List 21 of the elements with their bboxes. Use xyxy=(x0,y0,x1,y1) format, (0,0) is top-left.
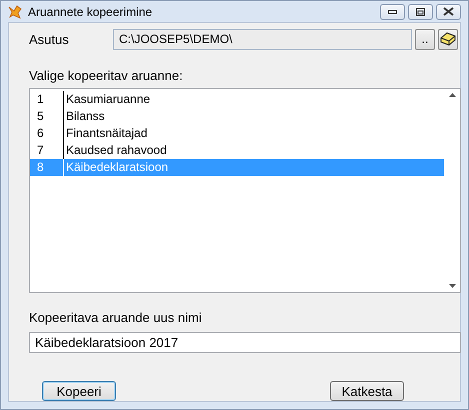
maximize-icon xyxy=(416,8,425,16)
name-field[interactable]: Käibedeklaratsioon 2017 xyxy=(29,332,461,353)
dialog-button[interactable]: Katkesta xyxy=(330,381,404,401)
close-icon xyxy=(443,7,454,16)
app-logo-icon xyxy=(8,4,22,18)
list-row[interactable]: 5 Bilanss xyxy=(30,108,444,125)
list-label: Valige kopeeritav aruanne: xyxy=(29,68,184,83)
field-label: Asutus xyxy=(29,32,70,46)
browse-button[interactable]: .. xyxy=(415,28,435,50)
minimize-icon xyxy=(388,10,397,14)
maximize-button[interactable] xyxy=(408,4,433,20)
window-title: Aruannete kopeerimine xyxy=(28,4,154,18)
close-button[interactable] xyxy=(436,4,461,20)
field-label: Kopeeritava aruande uus nimi xyxy=(29,310,203,325)
dialog-button[interactable]: Kopeeri xyxy=(42,381,116,401)
path-field[interactable]: C:\JOOSEP5\DEMO\ xyxy=(113,28,412,50)
minimize-button[interactable] xyxy=(380,4,405,20)
scroll-up-icon[interactable] xyxy=(448,93,456,97)
list-row[interactable]: 6 Finantsnäitajad xyxy=(30,125,444,142)
scroll-down-icon[interactable] xyxy=(448,284,456,288)
list-row[interactable]: 1 Kasumiaruanne xyxy=(30,91,444,108)
